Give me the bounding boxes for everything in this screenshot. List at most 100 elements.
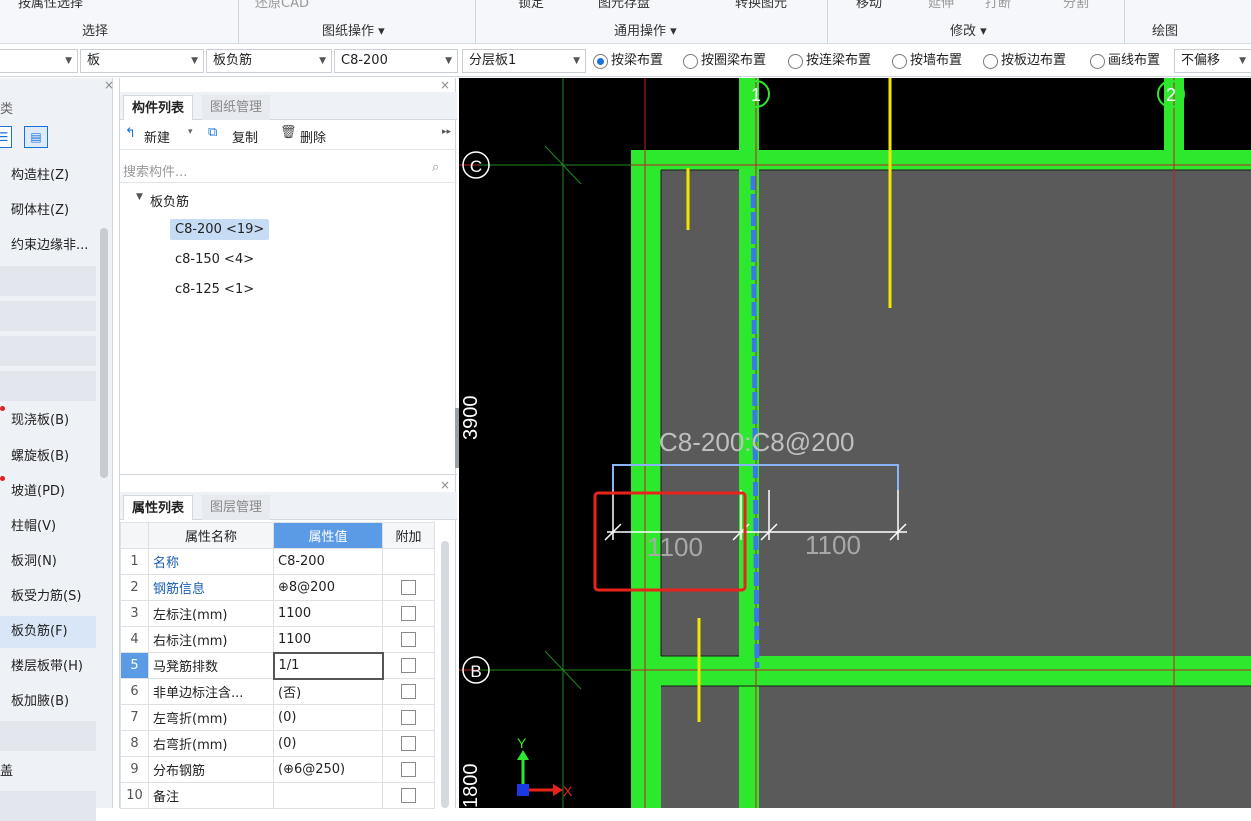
extend-tool[interactable]: 延伸 [928,0,954,11]
layer-slab-combo[interactable]: 分层板1 ▼ [462,49,586,73]
nav-cast-slab[interactable]: 现浇板(B) [0,405,96,437]
element-type-combo[interactable]: 板负筋 ▼ [206,49,332,73]
nav-spiral-slab[interactable]: 螺旋板(B) [0,441,96,473]
search-box[interactable]: 搜索构件... ⌕ [120,157,457,183]
table-row[interactable]: 3 左标注(mm) 1100 [120,600,435,627]
tree-root[interactable]: 板负筋 [150,191,189,210]
radio-by-ring-beam[interactable]: 按圈梁布置 [683,51,766,71]
table-row[interactable]: 2 钢筋信息 ⊕8@200 [120,574,435,601]
table-row[interactable]: 4 右标注(mm) 1100 [120,626,435,653]
close-icon[interactable]: × [440,78,450,92]
row-value[interactable]: ⊕8@200 [273,574,383,601]
lock-tool[interactable]: 锁定 [518,0,544,11]
beam [631,150,661,808]
nav-cover[interactable]: 盖 [0,756,96,788]
table-row[interactable]: 6 非单边标注含... (否) [120,678,435,705]
component-toolbar: ↰ 新建 ▾ ⧉ 复制 🗑 删除 ▸▸ [120,122,457,150]
panel-divider[interactable] [120,474,457,478]
group-drawing-ops[interactable]: 图纸操作 ▾ [322,20,385,39]
table-row[interactable]: 7 左弯折(mm) (0) [120,704,435,731]
row-extra [382,574,435,601]
group-common-ops[interactable]: 通用操作 ▾ [614,20,677,39]
new-button[interactable]: 新建 [144,127,170,146]
break-tool[interactable]: 打断 [985,0,1011,11]
radio-by-line[interactable]: 画线布置 [1090,51,1160,71]
row-value[interactable]: (0) [273,730,383,757]
tree-item[interactable]: c8-150 <4> [175,252,254,267]
restore-cad-tool[interactable]: 还原CAD [255,0,309,11]
close-icon[interactable]: × [104,78,114,92]
checkbox[interactable] [401,606,416,621]
checkbox[interactable] [401,658,417,673]
row-value[interactable] [273,782,383,809]
row-value-editing[interactable]: 1/1 [272,651,384,680]
radio-by-wall[interactable]: 按墙布置 [892,51,962,71]
checkbox[interactable] [401,762,416,777]
row-value[interactable]: (0) [273,704,383,731]
copy-button[interactable]: 复制 [232,127,258,146]
select-by-property-tool[interactable]: 按属性选择 [18,0,83,11]
nav-masonry-column[interactable]: 砌体柱(Z) [0,195,96,227]
tab-drawing-management[interactable]: 图纸管理 [202,95,271,120]
nav-floor-slab-band[interactable]: 楼层板带(H) [0,651,96,683]
list-view-icon[interactable]: ☰ [0,126,12,148]
table-row[interactable]: 1 名称 C8-200 [120,548,435,575]
category-combo[interactable]: 板 ▼ [80,49,204,73]
checkbox[interactable] [401,684,416,699]
chevron-down-icon[interactable]: ▾ [188,127,193,137]
checkbox[interactable] [401,736,416,751]
tab-component-list[interactable]: 构件列表 [123,95,194,120]
row-value[interactable]: (否) [273,678,383,705]
row-value[interactable]: 1100 [273,626,383,653]
split-tool[interactable]: 分割 [1063,0,1089,11]
radio-by-beam[interactable]: 按梁布置 [593,51,663,71]
close-icon[interactable]: × [440,478,450,492]
component-combo[interactable]: C8-200 ▼ [334,49,458,73]
table-row-selected[interactable]: 5 马凳筋排数 1/1 [120,651,435,680]
nav-constrained-edge[interactable]: 约束边缘非... [0,230,96,262]
move-tool[interactable]: 移动 [856,0,882,11]
new-icon[interactable]: ↰ [125,126,136,141]
checkbox[interactable] [401,788,416,803]
cad-canvas[interactable]: 1 2 C B 3900 1800 C8-200:C8@200 1100 110… [459,78,1251,808]
checkbox[interactable] [401,580,416,595]
copy-icon[interactable]: ⧉ [208,125,217,140]
row-num: 8 [120,730,149,757]
table-row[interactable]: 8 右弯折(mm) (0) [120,730,435,757]
tab-property-list[interactable]: 属性列表 [123,495,194,520]
delete-button[interactable]: 删除 [300,127,326,146]
nav-slab-hole[interactable]: 板洞(N) [0,546,96,578]
nav-slab-haunch[interactable]: 板加腋(B) [0,686,96,718]
detail-view-icon[interactable]: ▤ [24,126,48,148]
tree-expand-icon[interactable]: ▼ [136,192,143,202]
nav-ramp[interactable]: 坡道(PD) [0,476,96,508]
search-input[interactable]: 搜索构件... [123,161,187,180]
group-modify[interactable]: 修改 ▾ [950,20,987,39]
nav-slab-negative-rebar[interactable]: 板负筋(F) [0,616,96,648]
row-value[interactable]: C8-200 [273,548,383,575]
row-value[interactable]: 1100 [273,600,383,627]
tree-item-selected[interactable]: C8-200 <19> [170,219,270,240]
checkbox[interactable] [401,632,416,647]
property-scrollbar[interactable] [441,541,449,808]
save-elements-tool[interactable]: 图元存盘 [598,0,650,11]
nav-slab-main-rebar[interactable]: 板受力筋(S) [0,581,96,613]
radio-by-coupling-beam[interactable]: 按连梁布置 [788,51,871,71]
left-scrollbar[interactable] [100,228,108,478]
tree-item[interactable]: c8-125 <1> [175,282,254,297]
more-icon[interactable]: ▸▸ [442,127,451,137]
tab-layer-management[interactable]: 图层管理 [202,495,271,520]
nav-construction-column[interactable]: 构造柱(Z) [0,160,96,192]
search-icon[interactable]: ⌕ [432,160,439,175]
panel-header: 类 [0,102,14,117]
checkbox[interactable] [401,710,416,725]
nav-column-cap[interactable]: 柱帽(V) [0,511,96,543]
convert-elements-tool[interactable]: 转换图元 [735,0,787,11]
delete-icon[interactable]: 🗑 [280,125,297,140]
offset-combo[interactable]: 不偏移 ▼ [1174,49,1251,73]
floor-combo[interactable]: ▼ [0,49,78,73]
row-value[interactable]: (⊕6@250) [273,756,383,783]
table-row[interactable]: 9 分布钢筋 (⊕6@250) [120,756,435,783]
table-row[interactable]: 10 备注 [120,782,435,809]
radio-by-slab-edge[interactable]: 按板边布置 [983,51,1066,71]
